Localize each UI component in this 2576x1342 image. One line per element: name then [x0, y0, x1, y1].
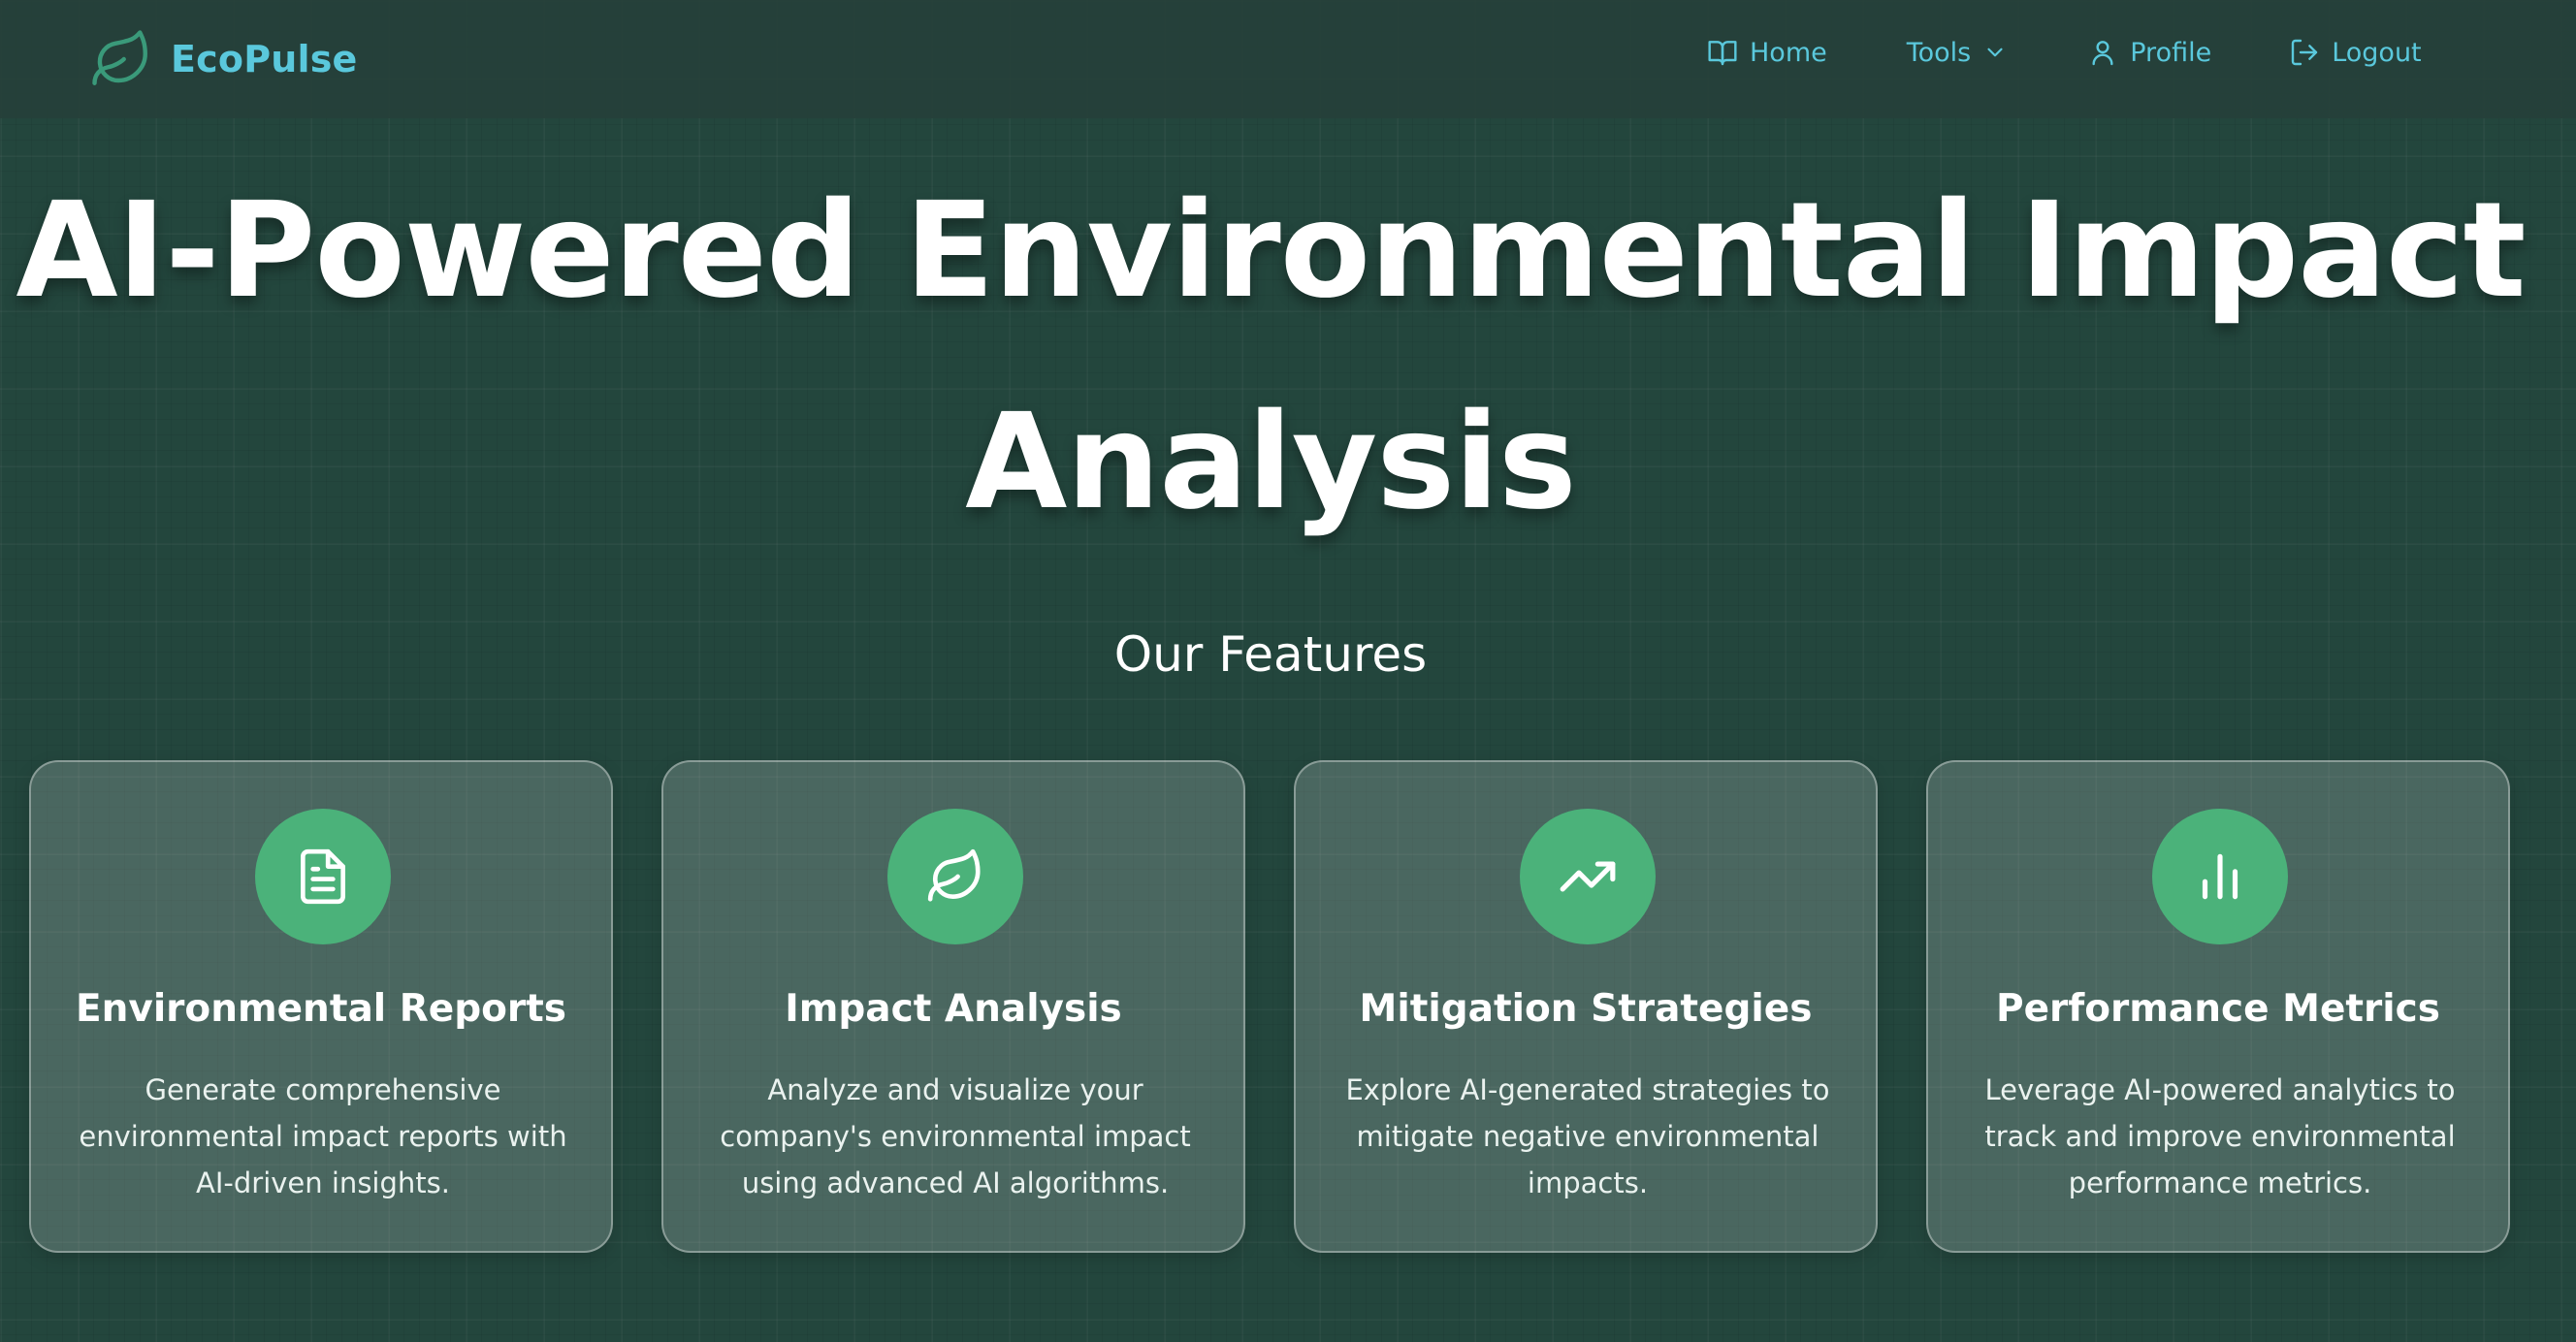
feature-card-title: Impact Analysis [785, 987, 1122, 1031]
feature-card-title: Performance Metrics [1996, 987, 2440, 1031]
nav-profile-label: Profile [2130, 37, 2212, 68]
feature-card-performance-metrics[interactable]: Performance Metrics Leverage AI-powered … [1926, 760, 2510, 1253]
hero-title: AI-Powered Environmental Impact Analysis [16, 175, 2526, 539]
feature-card-description: Leverage AI-powered analytics to track a… [1984, 1073, 2456, 1199]
document-icon [255, 809, 391, 944]
nav-profile-link[interactable]: Profile [2087, 37, 2211, 68]
main-nav: Home Tools Profile Logout [1707, 37, 2422, 68]
feature-card-mitigation-strategies[interactable]: Mitigation Strategies Explore AI-generat… [1294, 760, 1878, 1253]
trending-up-icon [1520, 809, 1656, 944]
nav-logout-link[interactable]: Logout [2289, 37, 2422, 68]
chevron-down-icon [1982, 40, 2008, 65]
features-section-title: Our Features [1113, 626, 1428, 683]
feature-card-impact-analysis[interactable]: Impact Analysis Analyze and visualize yo… [661, 760, 1245, 1253]
feature-card-environmental-reports[interactable]: Environmental Reports Generate comprehen… [29, 760, 613, 1253]
book-icon [1707, 37, 1738, 68]
user-icon [2087, 37, 2118, 68]
nav-home-link[interactable]: Home [1707, 37, 1827, 68]
feature-card-description: Generate comprehensive environmental imp… [79, 1073, 567, 1199]
nav-home-label: Home [1750, 37, 1827, 68]
leaf-icon [887, 809, 1023, 944]
brand-name: EcoPulse [171, 38, 358, 80]
feature-card-title: Mitigation Strategies [1359, 987, 1813, 1031]
logout-icon [2289, 37, 2320, 68]
top-navbar: EcoPulse Home Tools Profile Logout [0, 0, 2576, 118]
nav-tools-dropdown[interactable]: Tools [1907, 38, 2009, 68]
feature-card-description: Analyze and visualize your company's env… [720, 1073, 1191, 1199]
nav-logout-label: Logout [2332, 37, 2422, 68]
leaf-icon [89, 27, 153, 91]
bar-chart-icon [2152, 809, 2288, 944]
feature-card-description: Explore AI-generated strategies to mitig… [1345, 1073, 1830, 1199]
feature-card-title: Environmental Reports [75, 987, 567, 1031]
features-grid: Environmental Reports Generate comprehen… [29, 760, 2510, 1253]
brand-logo[interactable]: EcoPulse [89, 27, 358, 91]
nav-tools-label: Tools [1906, 37, 1972, 68]
